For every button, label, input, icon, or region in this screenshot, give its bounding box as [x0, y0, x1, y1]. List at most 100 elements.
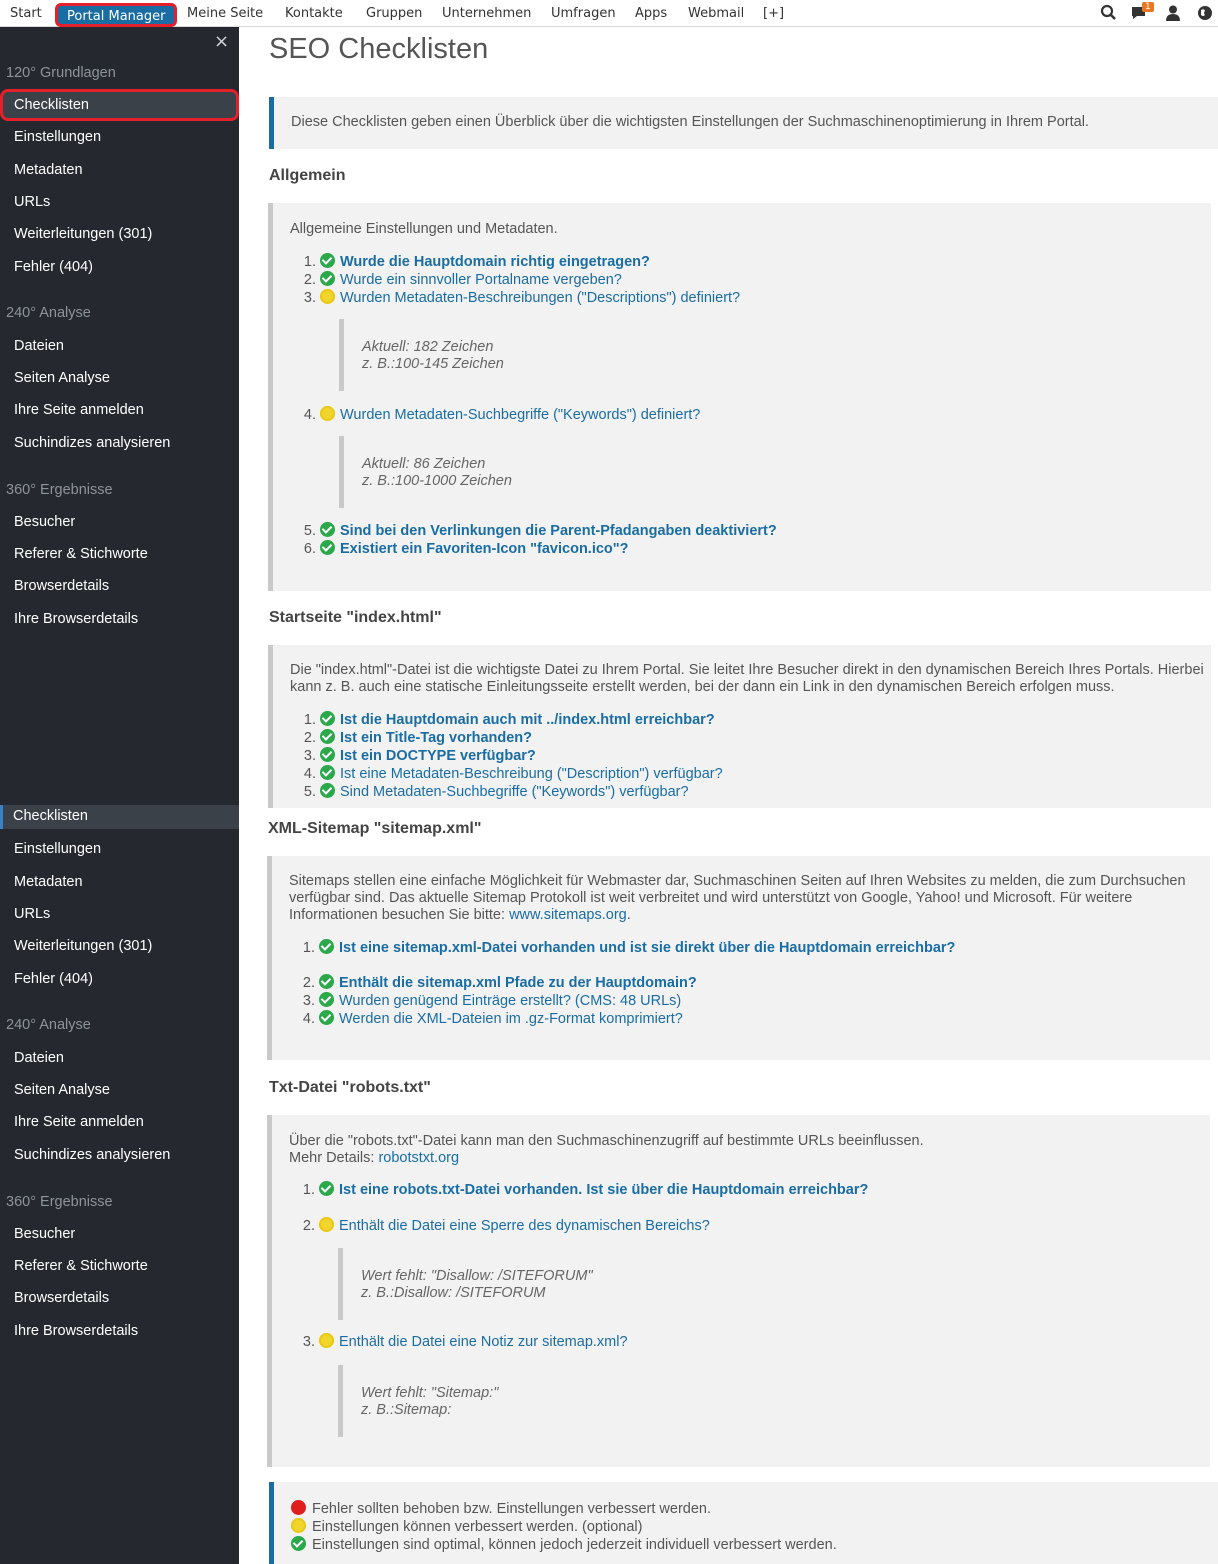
robotstxt-link[interactable]: robotstxt.org	[378, 1150, 459, 1166]
check-item[interactable]: 5. Sind Metadaten-Suchbegriffe ("Keywords…	[300, 783, 689, 801]
warning-icon	[319, 1333, 334, 1348]
check-item[interactable]: 5. Sind bei den Verlinkungen die Parent-P…	[300, 522, 777, 540]
user-icon[interactable]	[1164, 4, 1182, 22]
section-sitemap: Sitemaps stellen eine einfache Möglichke…	[267, 856, 1210, 1060]
check-ok-icon	[319, 974, 334, 989]
nav-unternehmen[interactable]: Unternehmen	[442, 0, 531, 27]
check-ok-icon	[319, 1010, 334, 1025]
check-ok-icon	[320, 729, 335, 744]
check-item[interactable]: 6. Existiert ein Favoriten-Icon "favicon.…	[300, 540, 629, 558]
section-robots: Über die "robots.txt"-Datei kann man den…	[267, 1115, 1210, 1467]
warning-icon	[320, 289, 335, 304]
sidebar-item-checklisten[interactable]: Checklisten	[0, 805, 239, 829]
check-item[interactable]: 3. Wurden Metadaten-Beschreibungen ("Desc…	[300, 289, 740, 307]
check-note: Aktuell: 86 Zeichen z. B.:100-1000 Zeich…	[339, 436, 839, 508]
legend-item: Fehler sollten behoben bzw. Einstellunge…	[291, 1500, 711, 1518]
globe-icon[interactable]	[1196, 4, 1214, 22]
nav-gruppen[interactable]: Gruppen	[366, 0, 422, 27]
sidebar-item-urls[interactable]: URLs	[0, 186, 239, 218]
warning-icon	[291, 1518, 306, 1533]
sidebar-item-seite-anmelden[interactable]: Ihre Seite anmelden	[0, 1106, 239, 1138]
nav-apps[interactable]: Apps	[635, 0, 667, 27]
legend-item: Einstellungen können verbessert werden. …	[291, 1518, 642, 1536]
nav-webmail[interactable]: Webmail	[688, 0, 744, 27]
sitemaps-link[interactable]: www.sitemaps.org	[509, 907, 627, 923]
nav-umfragen[interactable]: Umfragen	[551, 0, 616, 27]
sidebar-item-seiten-analyse[interactable]: Seiten Analyse	[0, 1074, 239, 1106]
nav-kontakte[interactable]: Kontakte	[285, 0, 343, 27]
sidebar-item-referer[interactable]: Referer & Stichworte	[0, 1250, 239, 1282]
sidebar-item-metadaten[interactable]: Metadaten	[0, 866, 239, 898]
sidebar-group-ergebnisse: 360° Ergebnisse	[6, 1194, 113, 1210]
check-ok-icon	[320, 540, 335, 555]
section-heading-robots: Txt-Datei "robots.txt"	[269, 1079, 431, 1096]
nav-add[interactable]: [+]	[763, 0, 784, 27]
sidebar-item-browserdetails[interactable]: Browserdetails	[0, 570, 239, 602]
check-item[interactable]: 4. Werden die XML-Dateien im .gz-Format k…	[299, 1010, 683, 1028]
sidebar-item-besucher[interactable]: Besucher	[0, 1218, 239, 1250]
sidebar-item-seite-anmelden[interactable]: Ihre Seite anmelden	[0, 394, 239, 426]
sidebar-item-ihre-browserdetails[interactable]: Ihre Browserdetails	[0, 1315, 239, 1347]
check-ok-icon	[291, 1536, 306, 1551]
check-item[interactable]: 2. Enthält die sitemap.xml Pfade zu der H…	[299, 974, 697, 992]
sidebar-item-seiten-analyse[interactable]: Seiten Analyse	[0, 362, 239, 394]
check-ok-icon	[320, 747, 335, 762]
check-item[interactable]: 2. Enthält die Datei eine Sperre des dyna…	[299, 1217, 710, 1235]
section-startseite: Die "index.html"-Datei ist die wichtigst…	[268, 645, 1211, 808]
section-heading-sitemap: XML-Sitemap "sitemap.xml"	[268, 820, 482, 837]
sidebar: × 120° Grundlagen Checklisten Einstellun…	[0, 27, 239, 1564]
check-ok-icon	[320, 783, 335, 798]
check-ok-icon	[320, 711, 335, 726]
sidebar-item-checklisten[interactable]: Checklisten	[0, 89, 239, 121]
warning-icon	[319, 1217, 334, 1232]
check-ok-icon	[319, 1181, 334, 1196]
check-item[interactable]: 1. Ist die Hauptdomain auch mit ../index.…	[300, 711, 715, 729]
sidebar-item-referer[interactable]: Referer & Stichworte	[0, 538, 239, 570]
sidebar-item-weiterleitungen[interactable]: Weiterleitungen (301)	[0, 930, 239, 962]
nav-meine-seite[interactable]: Meine Seite	[187, 0, 263, 27]
check-item[interactable]: 1. Ist eine sitemap.xml-Datei vorhanden u…	[299, 939, 955, 957]
sidebar-item-metadaten[interactable]: Metadaten	[0, 154, 239, 186]
messages-icon[interactable]: 1	[1131, 2, 1154, 22]
check-note: Wert fehlt: "Sitemap:" z. B.:Sitemap:	[338, 1365, 838, 1437]
nav-portal-manager[interactable]: Portal Manager	[55, 3, 178, 27]
check-item[interactable]: 3. Ist ein DOCTYPE verfügbar?	[300, 747, 536, 765]
sidebar-item-fehler[interactable]: Fehler (404)	[0, 963, 239, 995]
check-item[interactable]: 3. Wurden genügend Einträge erstellt? (CM…	[299, 992, 681, 1010]
check-item[interactable]: 2. Wurde ein sinnvoller Portalname vergeb…	[300, 271, 622, 289]
search-icon[interactable]	[1100, 4, 1118, 22]
legend-item: Einstellungen sind optimal, können jedoc…	[291, 1536, 837, 1554]
check-item[interactable]: 4. Ist eine Metadaten-Beschreibung ("Desc…	[300, 765, 723, 783]
check-item[interactable]: 3. Enthält die Datei eine Notiz zur sitem…	[299, 1333, 628, 1351]
sidebar-item-suchindizes[interactable]: Suchindizes analysieren	[0, 1139, 239, 1171]
check-ok-icon	[319, 939, 334, 954]
sidebar-group-analyse: 240° Analyse	[6, 305, 91, 321]
sidebar-item-fehler[interactable]: Fehler (404)	[0, 251, 239, 283]
section-description: Über die "robots.txt"-Datei kann man den…	[289, 1133, 924, 1166]
nav-start[interactable]: Start	[10, 0, 42, 27]
check-ok-icon	[320, 522, 335, 537]
check-note: Aktuell: 182 Zeichen z. B.:100-145 Zeich…	[339, 319, 839, 391]
sidebar-item-dateien[interactable]: Dateien	[0, 330, 239, 362]
sidebar-item-suchindizes[interactable]: Suchindizes analysieren	[0, 427, 239, 459]
sidebar-group-grundlagen: 120° Grundlagen	[6, 65, 116, 81]
check-item[interactable]: 1. Ist eine robots.txt-Datei vorhanden. I…	[299, 1181, 868, 1199]
section-heading-startseite: Startseite "index.html"	[269, 609, 442, 626]
main-content: SEO Checklisten Diese Checklisten geben …	[239, 27, 1218, 1564]
sidebar-item-besucher[interactable]: Besucher	[0, 506, 239, 538]
sidebar-item-einstellungen[interactable]: Einstellungen	[0, 121, 239, 153]
check-item[interactable]: 2. Ist ein Title-Tag vorhanden?	[300, 729, 532, 747]
sidebar-item-urls[interactable]: URLs	[0, 898, 239, 930]
sidebar-item-dateien[interactable]: Dateien	[0, 1042, 239, 1074]
check-item[interactable]: 4. Wurden Metadaten-Suchbegriffe ("Keywor…	[300, 406, 700, 424]
check-item[interactable]: 1. Wurde die Hauptdomain richtig eingetra…	[300, 253, 650, 271]
close-icon[interactable]: ×	[214, 31, 229, 52]
legend-box: Fehler sollten behoben bzw. Einstellunge…	[269, 1482, 1218, 1564]
sidebar-item-einstellungen[interactable]: Einstellungen	[0, 833, 239, 865]
sidebar-item-browserdetails[interactable]: Browserdetails	[0, 1282, 239, 1314]
error-icon	[291, 1500, 306, 1515]
sidebar-item-ihre-browserdetails[interactable]: Ihre Browserdetails	[0, 603, 239, 635]
sidebar-item-weiterleitungen[interactable]: Weiterleitungen (301)	[0, 218, 239, 250]
sidebar-group-analyse: 240° Analyse	[6, 1017, 91, 1033]
check-ok-icon	[320, 253, 335, 268]
